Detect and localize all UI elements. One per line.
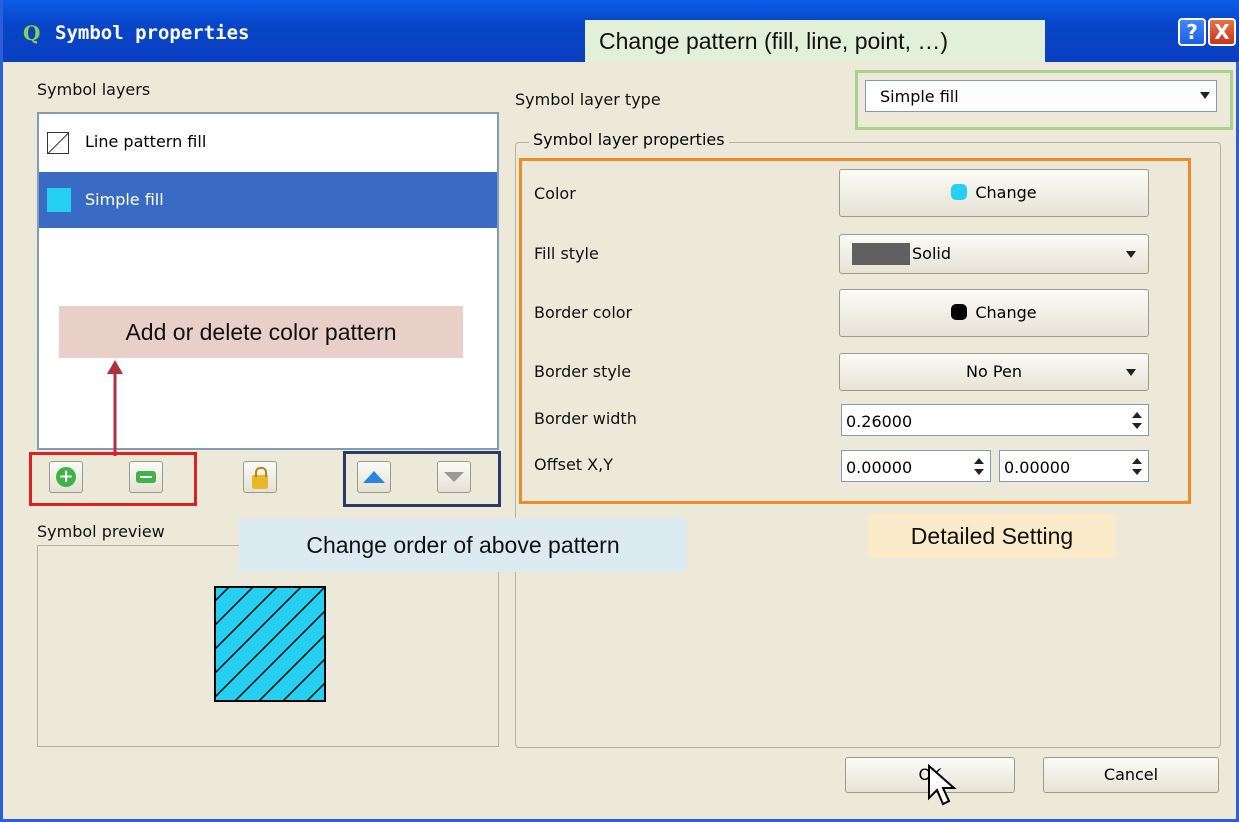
- symbol-layer-properties-title: Symbol layer properties: [529, 130, 729, 149]
- layer-item-line-pattern-fill[interactable]: Line pattern fill: [39, 114, 497, 170]
- callout-add-delete: Add or delete color pattern: [59, 306, 463, 358]
- line-pattern-icon: [47, 132, 69, 154]
- lock-icon: [252, 467, 268, 489]
- callout-change-pattern: Change pattern (fill, line, point, …): [585, 20, 1045, 62]
- fill-color-swatch-icon: [47, 188, 71, 212]
- symbol-preview-label: Symbol preview: [37, 522, 165, 541]
- symbol-layer-type-label: Symbol layer type: [515, 90, 661, 109]
- cancel-button[interactable]: Cancel: [1043, 757, 1219, 793]
- layer-item-simple-fill[interactable]: Simple fill: [39, 172, 497, 228]
- window-title: Symbol properties: [55, 22, 250, 44]
- qgis-app-icon: Q: [23, 21, 41, 45]
- highlight-add-remove-buttons: [29, 452, 197, 506]
- symbol-preview-area: [37, 545, 499, 747]
- layer-item-label: Simple fill: [85, 190, 164, 209]
- mouse-cursor-icon: [928, 764, 957, 806]
- symbol-layers-label: Symbol layers: [37, 80, 151, 99]
- highlight-symbol-layer-type: [855, 70, 1233, 130]
- close-button[interactable]: X: [1208, 18, 1236, 46]
- layer-item-label: Line pattern fill: [85, 132, 207, 151]
- callout-change-order: Change order of above pattern: [239, 518, 687, 572]
- symbol-preview-swatch: [214, 586, 326, 702]
- red-arrow-icon: [107, 360, 123, 456]
- callout-detailed-setting: Detailed Setting: [869, 514, 1115, 558]
- symbol-properties-dialog: Q Symbol properties ? X Symbol layers Li…: [0, 0, 1239, 822]
- help-button[interactable]: ?: [1178, 18, 1206, 46]
- lock-layer-button[interactable]: [243, 461, 277, 493]
- highlight-order-buttons: [343, 451, 501, 507]
- highlight-detailed-setting: [519, 158, 1191, 504]
